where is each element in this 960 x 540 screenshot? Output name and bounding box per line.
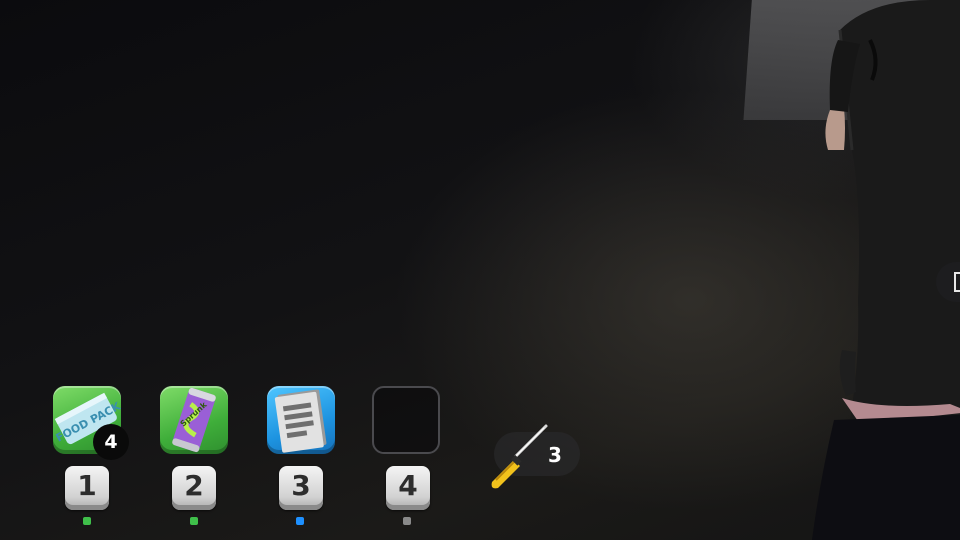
slot-4-indicator bbox=[403, 517, 411, 525]
hotbar-key-3[interactable]: 3 bbox=[279, 466, 323, 510]
hotbar-slot-2[interactable]: Sprunk bbox=[160, 386, 228, 454]
tool-count: 3 bbox=[548, 443, 562, 467]
game-scene: FOOD PACK 4 Sprunk 1 2 3 4 3 bbox=[0, 0, 960, 540]
hotbar-slot-3[interactable] bbox=[267, 386, 335, 454]
slot-1-stack-count: 4 bbox=[93, 424, 129, 460]
hotbar-key-4[interactable]: 4 bbox=[386, 466, 430, 510]
slot-1-indicator bbox=[83, 517, 91, 525]
hotbar-slot-4[interactable] bbox=[372, 386, 440, 454]
hotbar-key-2[interactable]: 2 bbox=[172, 466, 216, 510]
soda-can-icon: Sprunk bbox=[172, 387, 216, 453]
slot-2-indicator bbox=[190, 517, 198, 525]
document-icon bbox=[274, 389, 327, 453]
slot-3-indicator bbox=[296, 517, 304, 525]
player-character bbox=[812, 0, 960, 540]
interaction-box-icon bbox=[954, 272, 960, 292]
hotbar-key-1[interactable]: 1 bbox=[65, 466, 109, 510]
